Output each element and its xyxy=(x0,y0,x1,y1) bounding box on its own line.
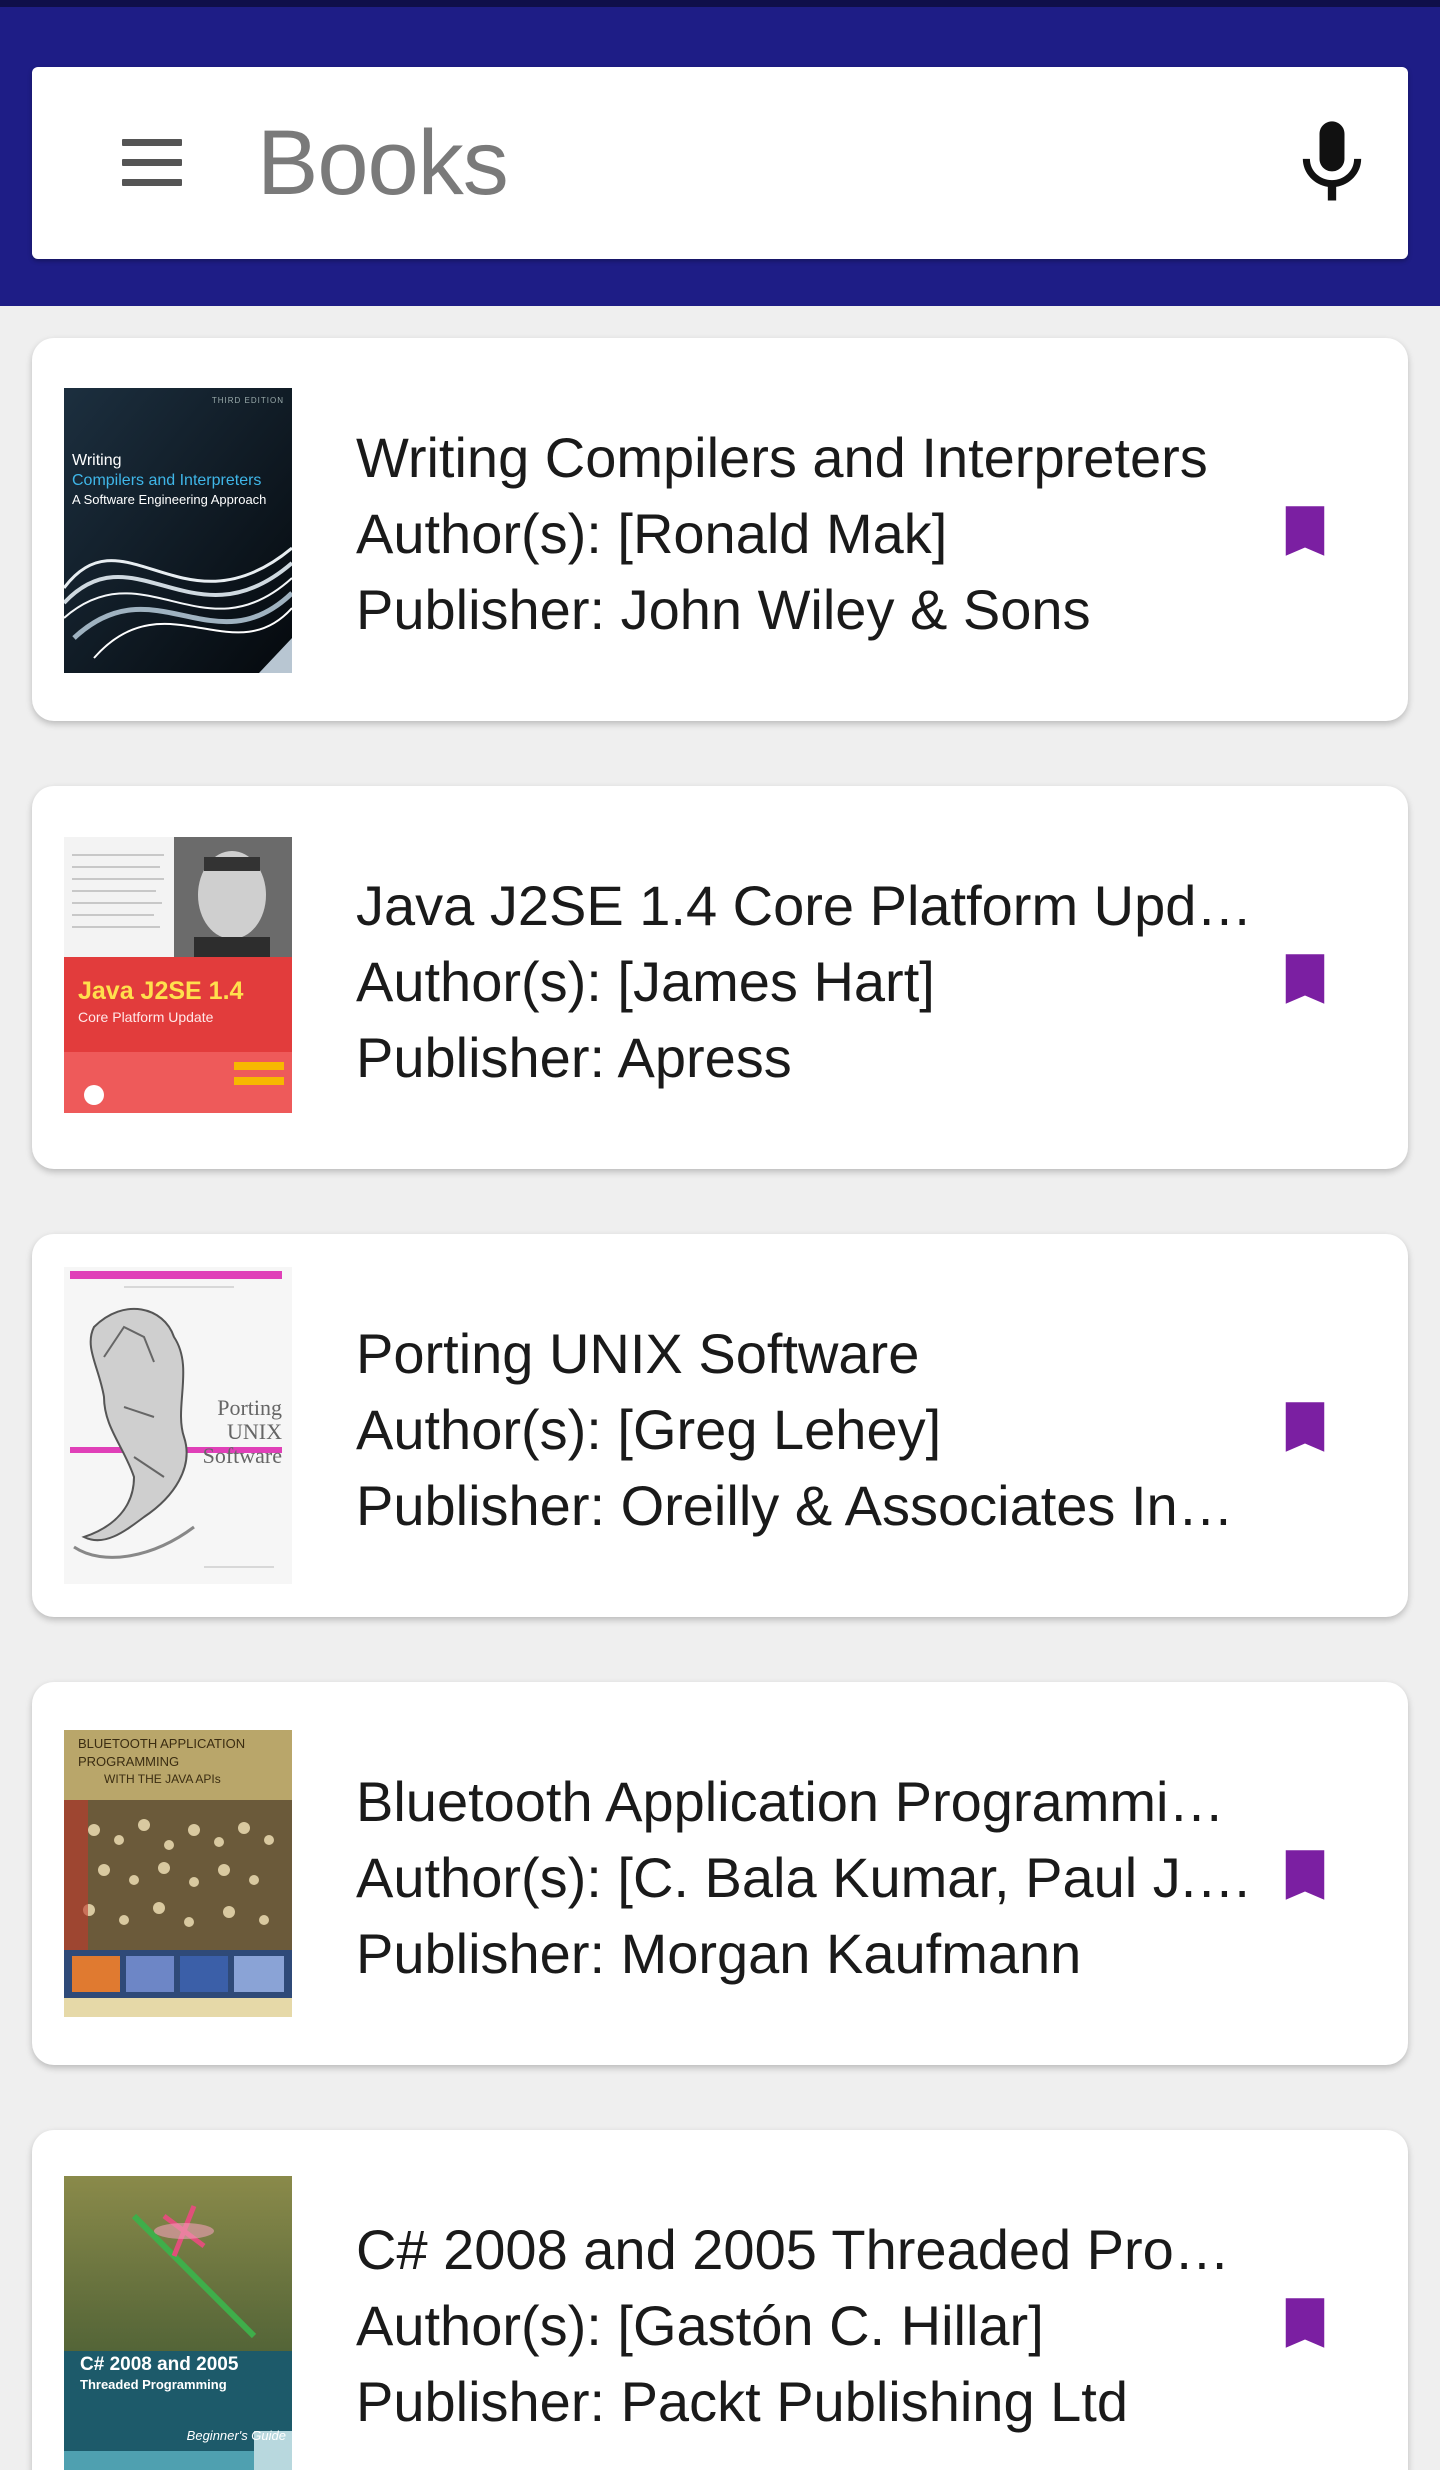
book-title: Writing Compilers and Interpreters xyxy=(356,426,1208,489)
book-cover: BLUETOOTH APPLICATION PROGRAMMING WITH T… xyxy=(64,1730,292,2017)
cover-text: BLUETOOTH APPLICATION xyxy=(78,1736,246,1751)
book-authors: Author(s): [Gastón C. Hillar] xyxy=(356,2294,1044,2357)
app-bar: Books xyxy=(0,0,1440,306)
book-card[interactable]: Java J2SE 1.4 Core Platform Update Java … xyxy=(32,786,1408,1169)
mic-icon[interactable] xyxy=(1282,113,1382,213)
book-info: Bluetooth Application Programmi… Author(… xyxy=(356,1682,1256,2065)
book-cover: Java J2SE 1.4 Core Platform Update xyxy=(64,837,292,1113)
cover-text: C# 2008 and 2005 xyxy=(80,2354,239,2375)
book-authors: Author(s): [C. Bala Kumar, Paul J. … xyxy=(356,1846,1256,1909)
cover-text: Core Platform Update xyxy=(78,1009,214,1025)
book-info: C# 2008 and 2005 Threaded Prog… Author(s… xyxy=(356,2130,1256,2470)
book-cover: C# 2008 and 2005 Threaded Programming Be… xyxy=(64,2176,292,2470)
book-card[interactable]: C# 2008 and 2005 Threaded Programming Be… xyxy=(32,2130,1408,2470)
book-title: Java J2SE 1.4 Core Platform Upd… xyxy=(356,874,1253,937)
book-title: Porting UNIX Software xyxy=(356,1322,920,1385)
cover-text: Writing xyxy=(72,452,122,469)
book-publisher: Publisher: Apress xyxy=(356,1026,792,1089)
book-card[interactable]: Porting UNIX Software Porting UNIX Softw… xyxy=(32,1234,1408,1617)
bookmark-icon[interactable] xyxy=(1272,946,1338,1012)
cover-text: A Software Engineering Approach xyxy=(72,492,267,507)
book-publisher: Publisher: Packt Publishing Ltd xyxy=(356,2370,1128,2433)
cover-text: Threaded Programming xyxy=(80,2377,227,2392)
book-info: Java J2SE 1.4 Core Platform Upd… Author(… xyxy=(356,786,1256,1169)
book-authors: Author(s): [Greg Lehey] xyxy=(356,1398,942,1461)
book-authors: Author(s): [James Hart] xyxy=(356,950,935,1013)
cover-text: THIRD EDITION xyxy=(211,396,284,405)
cover-text: WITH THE JAVA APIs xyxy=(104,1772,221,1786)
book-info: Writing Compilers and Interpreters Autho… xyxy=(356,338,1256,721)
book-authors: Author(s): [Ronald Mak] xyxy=(356,502,948,565)
cover-text: Java J2SE 1.4 xyxy=(78,977,244,1005)
cover-text: Compilers and Interpreters xyxy=(72,472,262,489)
book-publisher: Publisher: John Wiley & Sons xyxy=(356,578,1091,641)
cover-text: PROGRAMMING xyxy=(78,1754,180,1769)
book-cover: THIRD EDITION Writing Compilers and Inte… xyxy=(64,388,292,673)
book-cover: Porting UNIX Software xyxy=(64,1267,292,1584)
cover-text: Porting xyxy=(217,1395,282,1420)
book-title: Bluetooth Application Programmi… xyxy=(356,1770,1225,1833)
cover-text: Beginner's Guide xyxy=(186,2428,286,2443)
book-publisher: Publisher: Oreilly & Associates In… xyxy=(356,1474,1234,1537)
menu-icon[interactable] xyxy=(104,127,200,199)
book-list[interactable]: THIRD EDITION Writing Compilers and Inte… xyxy=(0,306,1440,2470)
book-card[interactable]: BLUETOOTH APPLICATION PROGRAMMING WITH T… xyxy=(32,1682,1408,2065)
book-title: C# 2008 and 2005 Threaded Prog… xyxy=(356,2218,1256,2281)
book-card[interactable]: THIRD EDITION Writing Compilers and Inte… xyxy=(32,338,1408,721)
cover-text: Software xyxy=(202,1443,282,1468)
cover-text: UNIX xyxy=(227,1419,282,1444)
book-info: Porting UNIX Software Author(s): [Greg L… xyxy=(356,1234,1256,1617)
book-publisher: Publisher: Morgan Kaufmann xyxy=(356,1922,1082,1985)
bookmark-icon[interactable] xyxy=(1272,1842,1338,1908)
bookmark-icon[interactable] xyxy=(1272,1394,1338,1460)
bookmark-icon[interactable] xyxy=(1272,2290,1338,2356)
search-title[interactable]: Books xyxy=(257,67,509,259)
bookmark-icon[interactable] xyxy=(1272,498,1338,564)
search-bar[interactable]: Books xyxy=(32,67,1408,259)
